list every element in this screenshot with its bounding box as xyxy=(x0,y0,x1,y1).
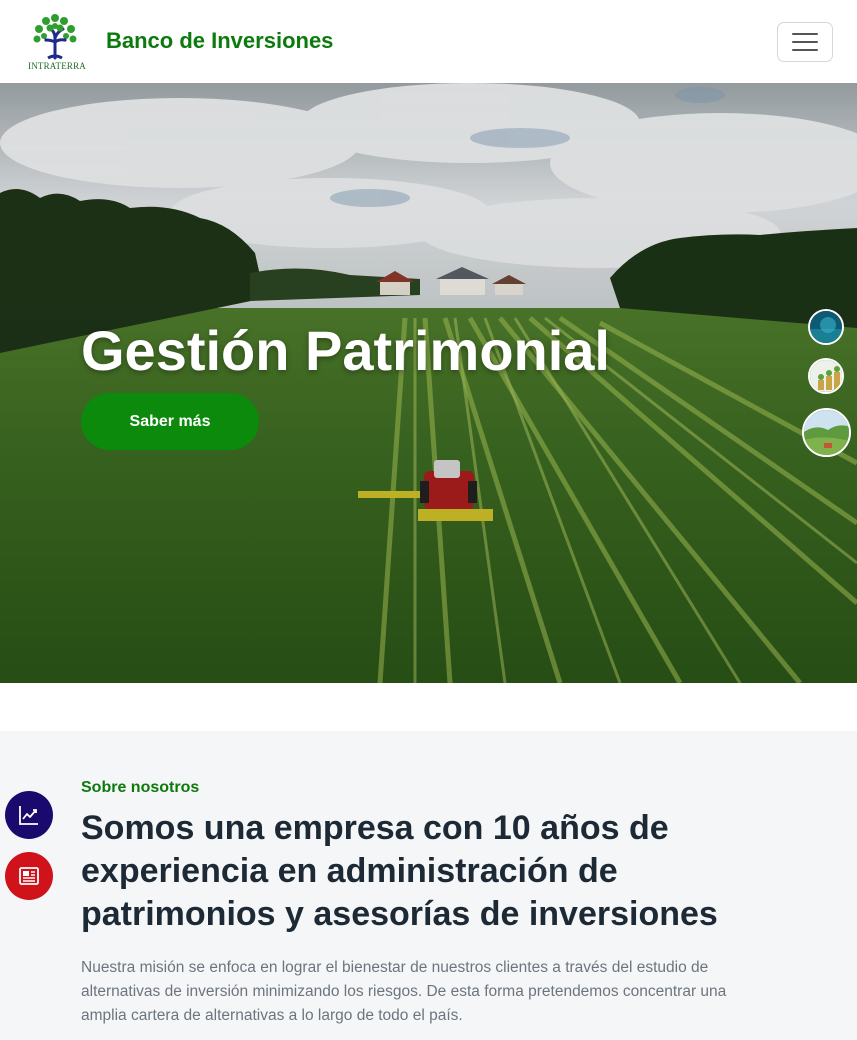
hero-title: Gestión Patrimonial xyxy=(81,319,610,382)
logo-text: INTRATERRA xyxy=(28,61,86,71)
newspaper-icon xyxy=(19,867,39,885)
brand-title[interactable]: Banco de Inversiones xyxy=(106,28,333,54)
news-float-button[interactable] xyxy=(5,852,53,900)
section-eyebrow: Sobre nosotros xyxy=(81,779,200,796)
hero-background-image xyxy=(0,83,857,683)
tree-logo-icon xyxy=(33,14,77,60)
coins-plant-thumbnail[interactable] xyxy=(808,358,844,394)
about-description: Nuestra misión se enfoca en lograr el bi… xyxy=(81,959,727,1024)
chart-float-button[interactable] xyxy=(5,791,53,839)
site-logo[interactable]: INTRATERRA xyxy=(24,12,90,72)
hero-section: Gestión Patrimonial Saber más xyxy=(0,83,857,683)
saber-mas-button[interactable]: Saber más xyxy=(81,393,259,450)
line-chart-icon xyxy=(19,806,38,825)
landscape-thumbnail[interactable] xyxy=(802,408,851,457)
about-section: Sobre nosotros Somos una empresa con 10 … xyxy=(0,731,857,1040)
about-heading: Somos una empresa con 10 años de experie… xyxy=(81,809,718,933)
ocean-thumbnail[interactable] xyxy=(808,309,844,345)
menu-toggle-button[interactable] xyxy=(777,22,833,62)
navbar: INTRATERRA Banco de Inversiones xyxy=(0,0,857,83)
hamburger-menu-icon xyxy=(792,33,818,35)
